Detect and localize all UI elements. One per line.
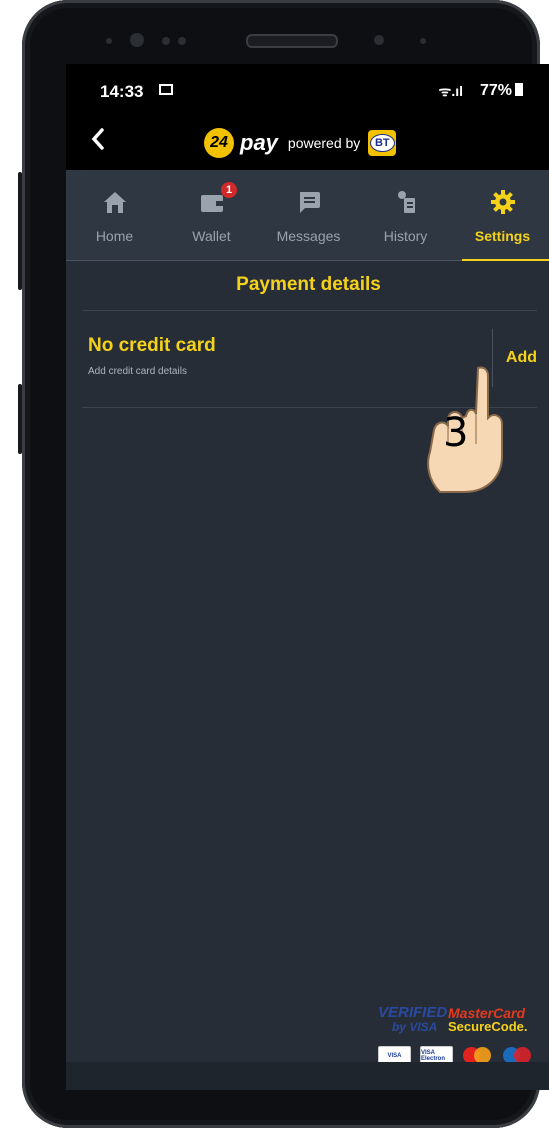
- history-icon: [397, 191, 415, 213]
- front-camera-icon: [130, 33, 144, 47]
- chevron-left-icon: [91, 128, 104, 150]
- battery-status: 77%: [480, 82, 523, 100]
- sensor-icon: [162, 37, 170, 45]
- screen: 14:33 ᯤ.ıl 77% 24 pay powered by BT Home: [66, 64, 549, 1090]
- camera-bar: [22, 0, 540, 60]
- tab-bar: Home 1 Wallet Messages History Settings: [66, 170, 549, 261]
- status-bar: 14:33 ᯤ.ıl 77%: [66, 64, 549, 116]
- message-icon: [299, 192, 320, 213]
- sensor-icon: [106, 38, 112, 44]
- status-time: 14:33: [100, 82, 144, 101]
- sensor-icon: [178, 37, 186, 45]
- tab-label: Home: [95, 228, 134, 244]
- signal-icon: ᯤ.ıl: [438, 83, 463, 99]
- bixby-button: [18, 384, 22, 454]
- step-number: 3: [443, 410, 469, 456]
- house-icon: [103, 192, 126, 213]
- phone-frame: 14:33 ᯤ.ıl 77% 24 pay powered by BT Home: [18, 0, 549, 1128]
- credit-card-subtitle: Add credit card details: [88, 366, 187, 377]
- tab-history[interactable]: History: [357, 170, 454, 260]
- app-logo: 24 pay powered by BT: [204, 126, 397, 160]
- logo-word: pay: [240, 130, 278, 155]
- gear-icon: [490, 190, 515, 214]
- proximity-sensor-icon: [374, 35, 384, 45]
- speaker-grille: [246, 34, 338, 48]
- bank-logo-text: BT: [369, 134, 395, 152]
- powered-by-label: powered by: [287, 135, 361, 151]
- logo-badge: 24: [204, 128, 234, 158]
- battery-icon: [515, 83, 523, 96]
- tab-label: Settings: [474, 228, 531, 244]
- volume-button: [18, 172, 22, 290]
- verified-text: VERIFIED: [378, 1004, 448, 1021]
- bank-logo: BT: [368, 130, 397, 156]
- image-notification-icon: [159, 84, 173, 95]
- mastercard-securecode-logo: MasterCard SecureCode.: [448, 1006, 527, 1034]
- tab-messages[interactable]: Messages: [260, 170, 357, 260]
- app-bar: 24 pay powered by BT: [66, 116, 549, 170]
- battery-percent: 77%: [479, 82, 512, 99]
- tab-settings[interactable]: Settings: [454, 170, 549, 261]
- tab-home[interactable]: Home: [66, 170, 163, 260]
- by-visa-text: by VISA: [392, 1020, 438, 1034]
- sensor-icon: [420, 38, 426, 44]
- credit-card-title: No credit card: [88, 335, 216, 356]
- tab-wallet[interactable]: 1 Wallet: [163, 170, 260, 260]
- tab-label: History: [383, 228, 428, 244]
- tab-label: Messages: [276, 228, 341, 244]
- wallet-notification-badge: 1: [221, 182, 237, 198]
- page-title: Payment details: [236, 274, 381, 295]
- bottom-navigation-area: [66, 1062, 549, 1090]
- back-button[interactable]: [90, 127, 106, 158]
- securecode-text: SecureCode.: [448, 1019, 528, 1034]
- tab-label: Wallet: [192, 228, 231, 244]
- verified-by-visa-logo: VERIFIED by VISA: [378, 1004, 448, 1034]
